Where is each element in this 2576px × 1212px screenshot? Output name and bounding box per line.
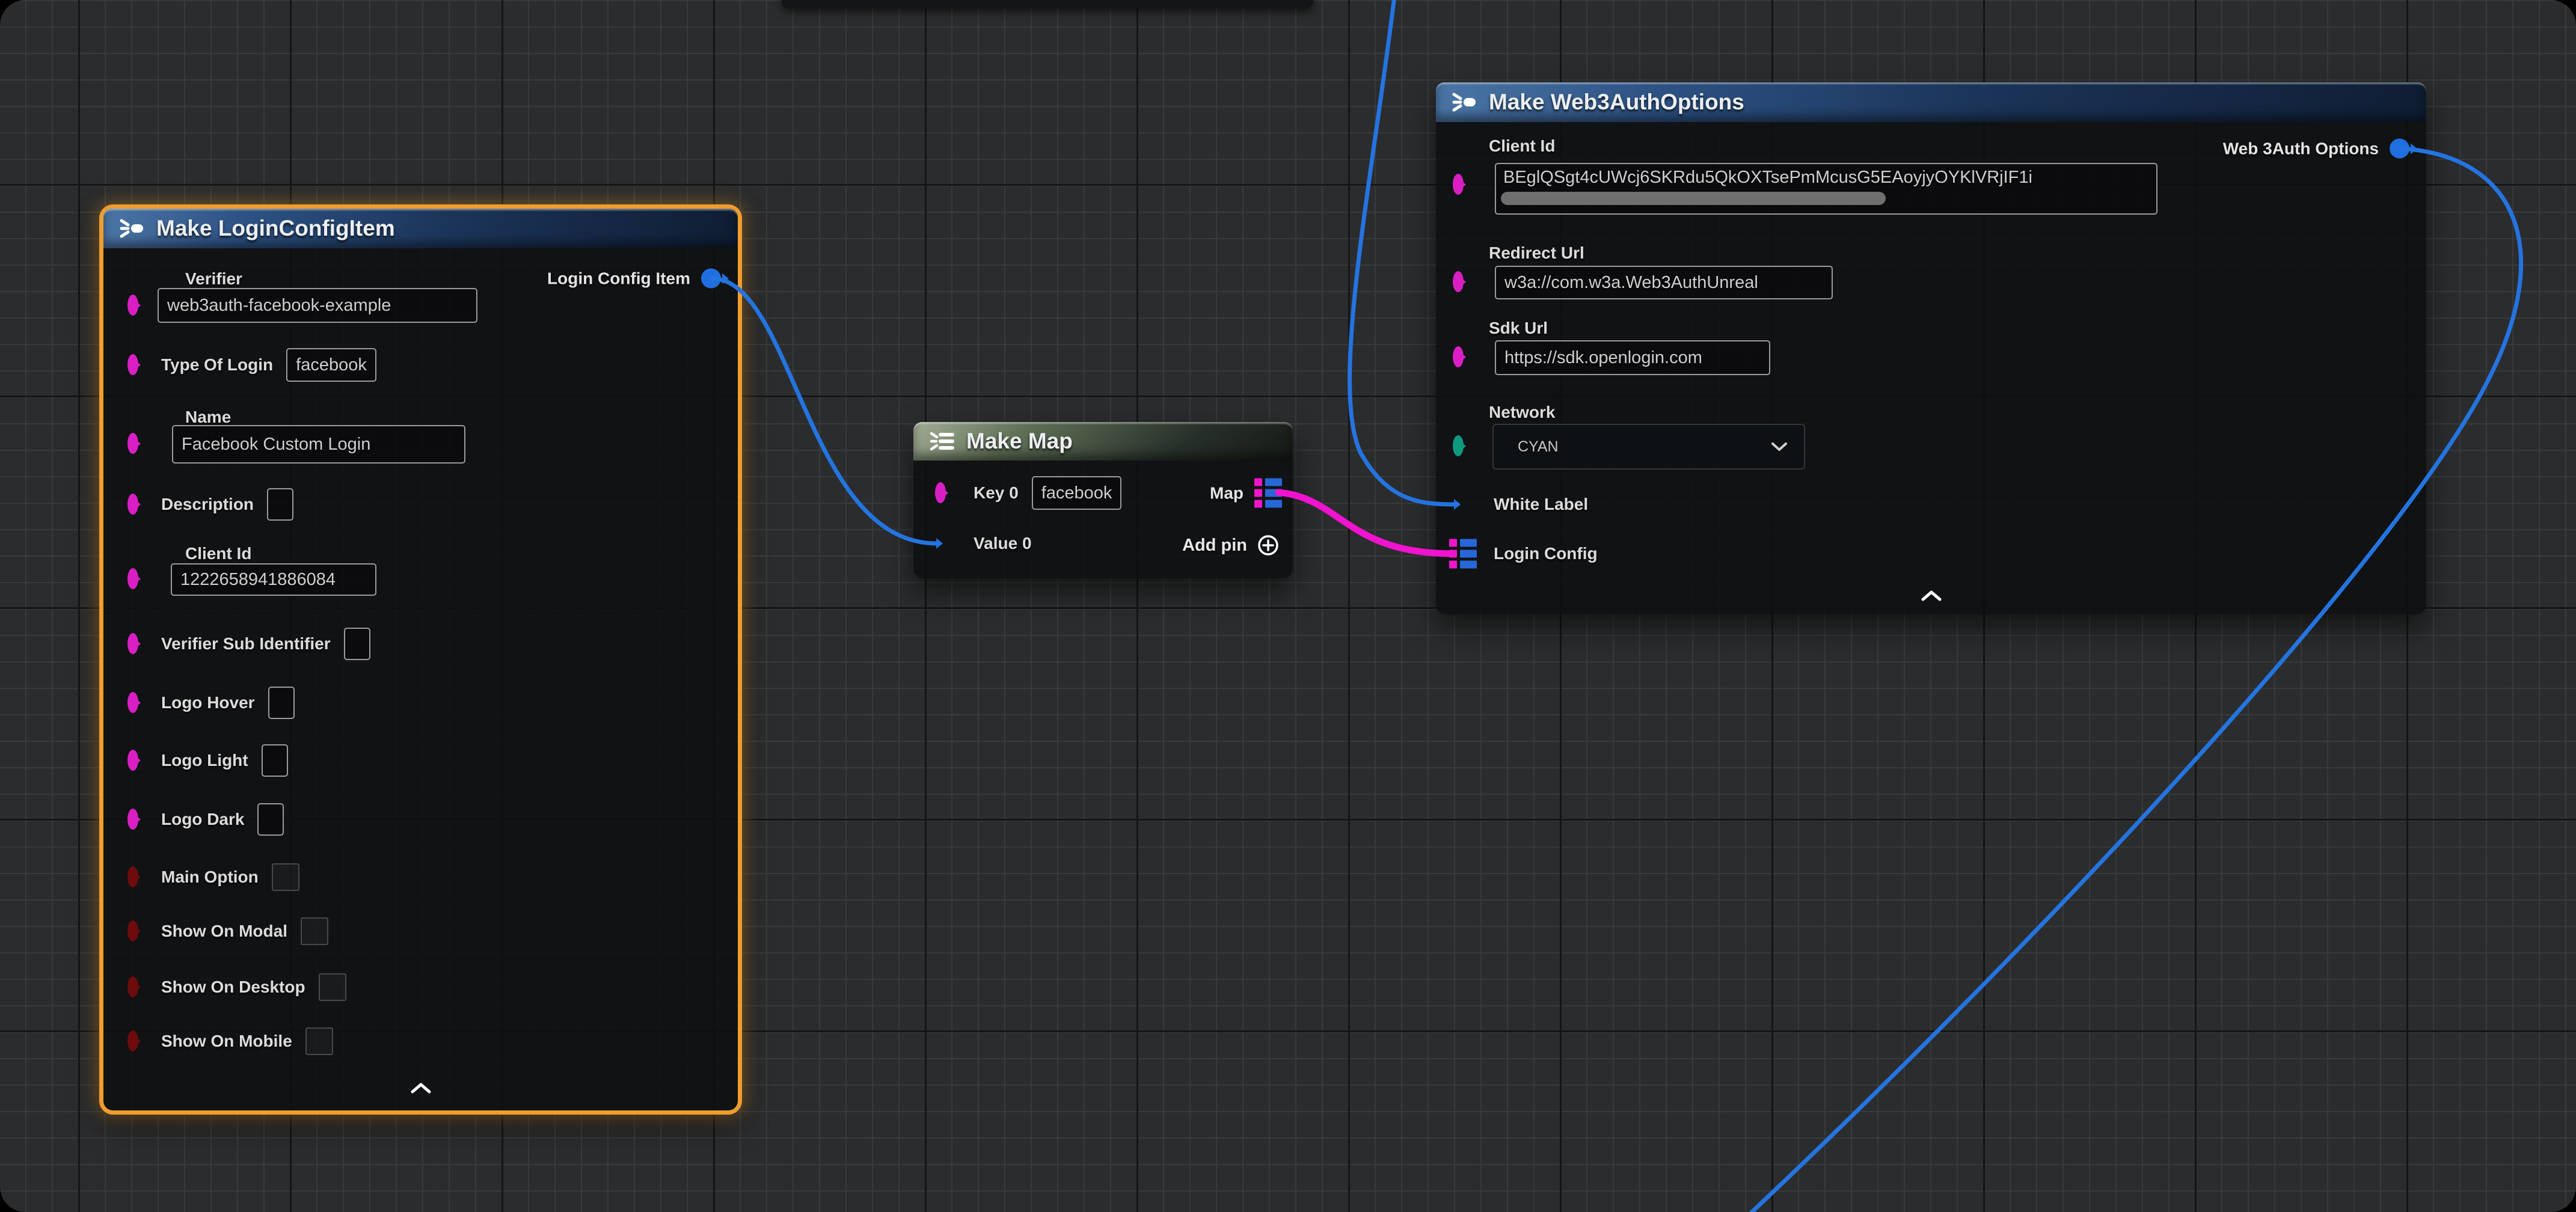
chevron-down-icon — [1770, 441, 1788, 452]
pin-client-id[interactable] — [1453, 179, 1464, 190]
pin-row: White Label — [1494, 495, 1588, 514]
pin-row: Verifier Sub Identifier — [161, 628, 370, 660]
pin-label: Verifier — [185, 269, 242, 289]
pin-label: Redirect Url — [1489, 243, 1584, 263]
pin-label: Client Id — [1489, 136, 1555, 156]
client-id-field[interactable]: BEglQSgt4cUWcj6SKRdu5QkOXTsePmMcusG5EAoy… — [1495, 163, 2157, 215]
pin-client-id[interactable] — [127, 574, 138, 584]
output-pin-row: Login Config Item — [547, 269, 721, 289]
description-field[interactable] — [267, 488, 293, 521]
pin-sdk-url[interactable] — [1453, 352, 1464, 363]
show-on-mobile-checkbox[interactable] — [305, 1027, 333, 1055]
node-title: Make Web3AuthOptions — [1489, 90, 1744, 115]
pin-logo-light[interactable] — [127, 755, 138, 766]
pin-logo-dark[interactable] — [127, 814, 138, 825]
make-struct-icon — [1450, 91, 1478, 113]
make-struct-icon — [118, 218, 146, 239]
network-selected-value: CYAN — [1518, 438, 1559, 456]
make-map-icon — [928, 430, 955, 452]
pin-label: Sdk Url — [1489, 319, 1548, 338]
pin-row: Login Config — [1494, 544, 1598, 563]
pin-label: Name — [185, 408, 231, 427]
pin-verifier-sub-identifier[interactable] — [127, 638, 138, 649]
node-make-loginconfigitem[interactable]: Make LoginConfigItem Login Config Item V… — [103, 209, 738, 1110]
add-pin-label: Add pin — [1182, 536, 1247, 556]
node-header[interactable]: Make LoginConfigItem — [103, 209, 738, 248]
sdk-url-field[interactable]: https://sdk.openlogin.com — [1495, 340, 1770, 375]
redirect-url-field[interactable]: w3a://com.w3a.Web3AuthUnreal — [1495, 266, 1833, 299]
chevron-up-icon[interactable] — [410, 1082, 432, 1097]
pin-verifier[interactable] — [127, 300, 138, 311]
show-on-desktop-checkbox[interactable] — [319, 973, 346, 1001]
show-on-modal-checkbox[interactable] — [301, 917, 328, 945]
output-pin-row: Map — [1210, 479, 1282, 508]
pin-show-on-desktop[interactable] — [127, 982, 138, 993]
pin-key-0[interactable] — [935, 488, 946, 498]
pin-row: Show On Modal — [161, 917, 328, 945]
output-pin-label: Web 3Auth Options — [2223, 139, 2379, 158]
pin-row: Value 0 — [974, 534, 1032, 553]
wire-loginconfigitem-to-value0[interactable] — [711, 278, 937, 543]
name-field[interactable]: Facebook Custom Login — [172, 425, 465, 464]
pin-network[interactable] — [1453, 441, 1464, 451]
node-make-map[interactable]: Make Map Key 0 facebook Map Value 0 Add … — [913, 422, 1293, 578]
pin-show-on-modal[interactable] — [127, 926, 138, 937]
pin-row: Description — [161, 488, 293, 521]
pin-row: Logo Light — [161, 744, 288, 777]
node-header[interactable]: Make Map — [913, 422, 1293, 461]
verifier-sub-identifier-field[interactable] — [344, 628, 370, 660]
logo-hover-field[interactable] — [268, 687, 295, 719]
add-pin-row: Add pin — [1182, 534, 1280, 557]
blueprint-graph-canvas[interactable]: Make LoginConfigItem Login Config Item V… — [0, 0, 2576, 1212]
pin-show-on-mobile[interactable] — [127, 1036, 138, 1047]
circle-plus-icon — [1257, 534, 1280, 557]
pin-row: Type Of Login facebook — [161, 348, 376, 382]
add-pin-button[interactable]: Add pin — [1182, 534, 1280, 557]
pin-type-of-login[interactable] — [127, 360, 138, 370]
pin-row: Key 0 facebook — [974, 476, 1121, 510]
pin-row: Main Option — [161, 863, 299, 891]
type-of-login-field[interactable]: facebook — [286, 348, 376, 382]
output-pin-row: Web 3Auth Options — [2223, 139, 2409, 159]
logo-dark-field[interactable] — [257, 803, 284, 836]
output-pin-label: Login Config Item — [547, 269, 690, 288]
chevron-up-icon[interactable] — [1921, 590, 1942, 605]
pin-label: Network — [1489, 403, 1555, 422]
node-title: Make LoginConfigItem — [156, 216, 395, 241]
key-0-field[interactable]: facebook — [1032, 476, 1122, 510]
node-make-web3authoptions[interactable]: Make Web3AuthOptions Web 3Auth Options C… — [1436, 82, 2426, 614]
field-scrollbar[interactable] — [1501, 192, 1886, 205]
output-pin-label: Map — [1210, 483, 1244, 503]
pin-row: Logo Dark — [161, 803, 284, 836]
pin-row: Logo Hover — [161, 687, 295, 719]
node-title: Make Map — [966, 429, 1073, 454]
pin-name[interactable] — [127, 438, 138, 449]
pin-logo-hover[interactable] — [127, 697, 138, 708]
pin-description[interactable] — [127, 499, 138, 510]
main-option-checkbox[interactable] — [272, 863, 299, 891]
pin-row: Show On Mobile — [161, 1027, 333, 1055]
network-dropdown[interactable]: CYAN — [1492, 424, 1805, 470]
logo-light-field[interactable] — [262, 744, 288, 777]
pin-label: Client Id — [185, 544, 251, 563]
node-header[interactable]: Make Web3AuthOptions — [1436, 82, 2426, 122]
verifier-field[interactable]: web3auth-facebook-example — [158, 288, 477, 323]
offscreen-node-edge[interactable] — [782, 0, 1313, 8]
pin-redirect-url[interactable] — [1453, 277, 1464, 287]
pin-main-option[interactable] — [127, 872, 138, 883]
client-id-field[interactable]: 1222658941886084 — [171, 563, 376, 596]
pin-row: Show On Desktop — [161, 973, 346, 1001]
